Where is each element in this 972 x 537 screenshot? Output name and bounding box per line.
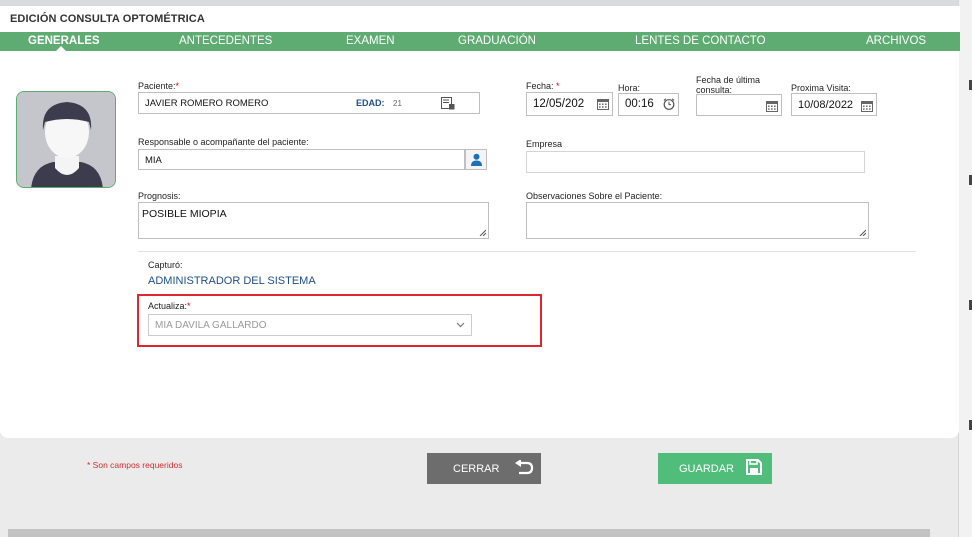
person-icon bbox=[471, 153, 482, 166]
dialog-header: EDICIÓN CONSULTA OPTOMÉTRICA bbox=[0, 6, 960, 32]
tab-lentes-de-contacto[interactable]: LENTES DE CONTACTO bbox=[635, 35, 766, 47]
hora-field[interactable]: 00:16 bbox=[618, 93, 679, 116]
prognosis-value: POSIBLE MIOPIA bbox=[142, 208, 227, 220]
cerrar-button[interactable]: CERRAR bbox=[427, 453, 541, 484]
proxima-visita-value: 10/08/2022 bbox=[798, 99, 854, 111]
select-person-button[interactable] bbox=[465, 149, 487, 170]
responsable-value: MIA bbox=[145, 155, 162, 166]
actualiza-label: Actualiza:* bbox=[148, 301, 191, 311]
tab-archivos[interactable]: ARCHIVOS bbox=[866, 35, 926, 47]
tab-examen[interactable]: EXAMEN bbox=[346, 35, 395, 47]
floppy-disk-icon bbox=[746, 459, 762, 475]
responsable-field[interactable]: MIA bbox=[138, 149, 465, 170]
prognosis-textarea[interactable]: POSIBLE MIOPIA bbox=[138, 202, 489, 239]
capturo-label: Capturó: bbox=[148, 260, 183, 270]
resize-grip-icon[interactable] bbox=[859, 229, 866, 236]
patient-avatar[interactable] bbox=[16, 91, 116, 188]
calendar-icon[interactable] bbox=[597, 98, 609, 110]
actualiza-selected-value: MIA DAVILA GALLARDO bbox=[155, 320, 267, 331]
calendar-icon[interactable] bbox=[861, 100, 873, 112]
chevron-down-icon bbox=[456, 322, 465, 328]
id-card-icon[interactable] bbox=[441, 97, 455, 110]
fecha-value: 12/05/202 bbox=[533, 98, 585, 110]
ultima-consulta-label: Fecha de última consulta: bbox=[696, 75, 761, 95]
paciente-field[interactable]: JAVIER ROMERO ROMERO EDAD: 21 bbox=[138, 92, 480, 114]
undo-icon bbox=[515, 460, 534, 475]
observaciones-textarea[interactable] bbox=[526, 202, 869, 239]
responsable-label: Responsable o acompañante del paciente: bbox=[138, 137, 309, 147]
paciente-label: Paciente:* bbox=[138, 81, 180, 91]
ultima-consulta-field[interactable] bbox=[696, 94, 782, 116]
edad-value: 21 bbox=[393, 99, 402, 108]
empresa-field[interactable] bbox=[526, 151, 865, 173]
proxima-visita-label: Proxima Visita: bbox=[791, 83, 851, 93]
observaciones-label: Observaciones Sobre el Paciente: bbox=[526, 191, 663, 201]
tab-graduacion[interactable]: GRADUACIÓN bbox=[458, 35, 536, 47]
prognosis-label: Prognosis: bbox=[138, 191, 181, 201]
paciente-value: JAVIER ROMERO ROMERO bbox=[145, 98, 269, 109]
clock-icon[interactable] bbox=[663, 98, 675, 110]
edad-label: EDAD: bbox=[356, 98, 385, 108]
cerrar-button-label: CERRAR bbox=[453, 463, 500, 475]
user-avatar-icon bbox=[17, 92, 115, 187]
capturo-value: ADMINISTRADOR DEL SISTEMA bbox=[148, 275, 316, 287]
calendar-icon[interactable] bbox=[766, 100, 778, 112]
empresa-label: Empresa bbox=[526, 139, 563, 149]
hora-label: Hora: bbox=[618, 83, 641, 93]
tab-bar: GENERALES ANTECEDENTES EXAMEN GRADUACIÓN… bbox=[0, 32, 960, 51]
actualiza-select[interactable]: MIA DAVILA GALLARDO bbox=[148, 314, 472, 336]
right-edge-panel bbox=[958, 0, 972, 537]
fecha-field[interactable]: 12/05/202 bbox=[526, 92, 613, 116]
proxima-visita-field[interactable]: 10/08/2022 bbox=[791, 93, 877, 116]
hora-value: 00:16 bbox=[625, 98, 654, 110]
fecha-label: Fecha: * bbox=[526, 81, 560, 91]
required-fields-note: * Son campos requeridos bbox=[87, 460, 183, 470]
horizontal-scrollbar[interactable] bbox=[8, 529, 930, 537]
dialog-title: EDICIÓN CONSULTA OPTOMÉTRICA bbox=[10, 13, 205, 25]
section-divider bbox=[138, 251, 916, 252]
tab-antecedentes[interactable]: ANTECEDENTES bbox=[179, 35, 272, 47]
guardar-button[interactable]: GUARDAR bbox=[658, 453, 772, 484]
guardar-button-label: GUARDAR bbox=[679, 463, 735, 475]
resize-grip-icon[interactable] bbox=[479, 229, 486, 236]
